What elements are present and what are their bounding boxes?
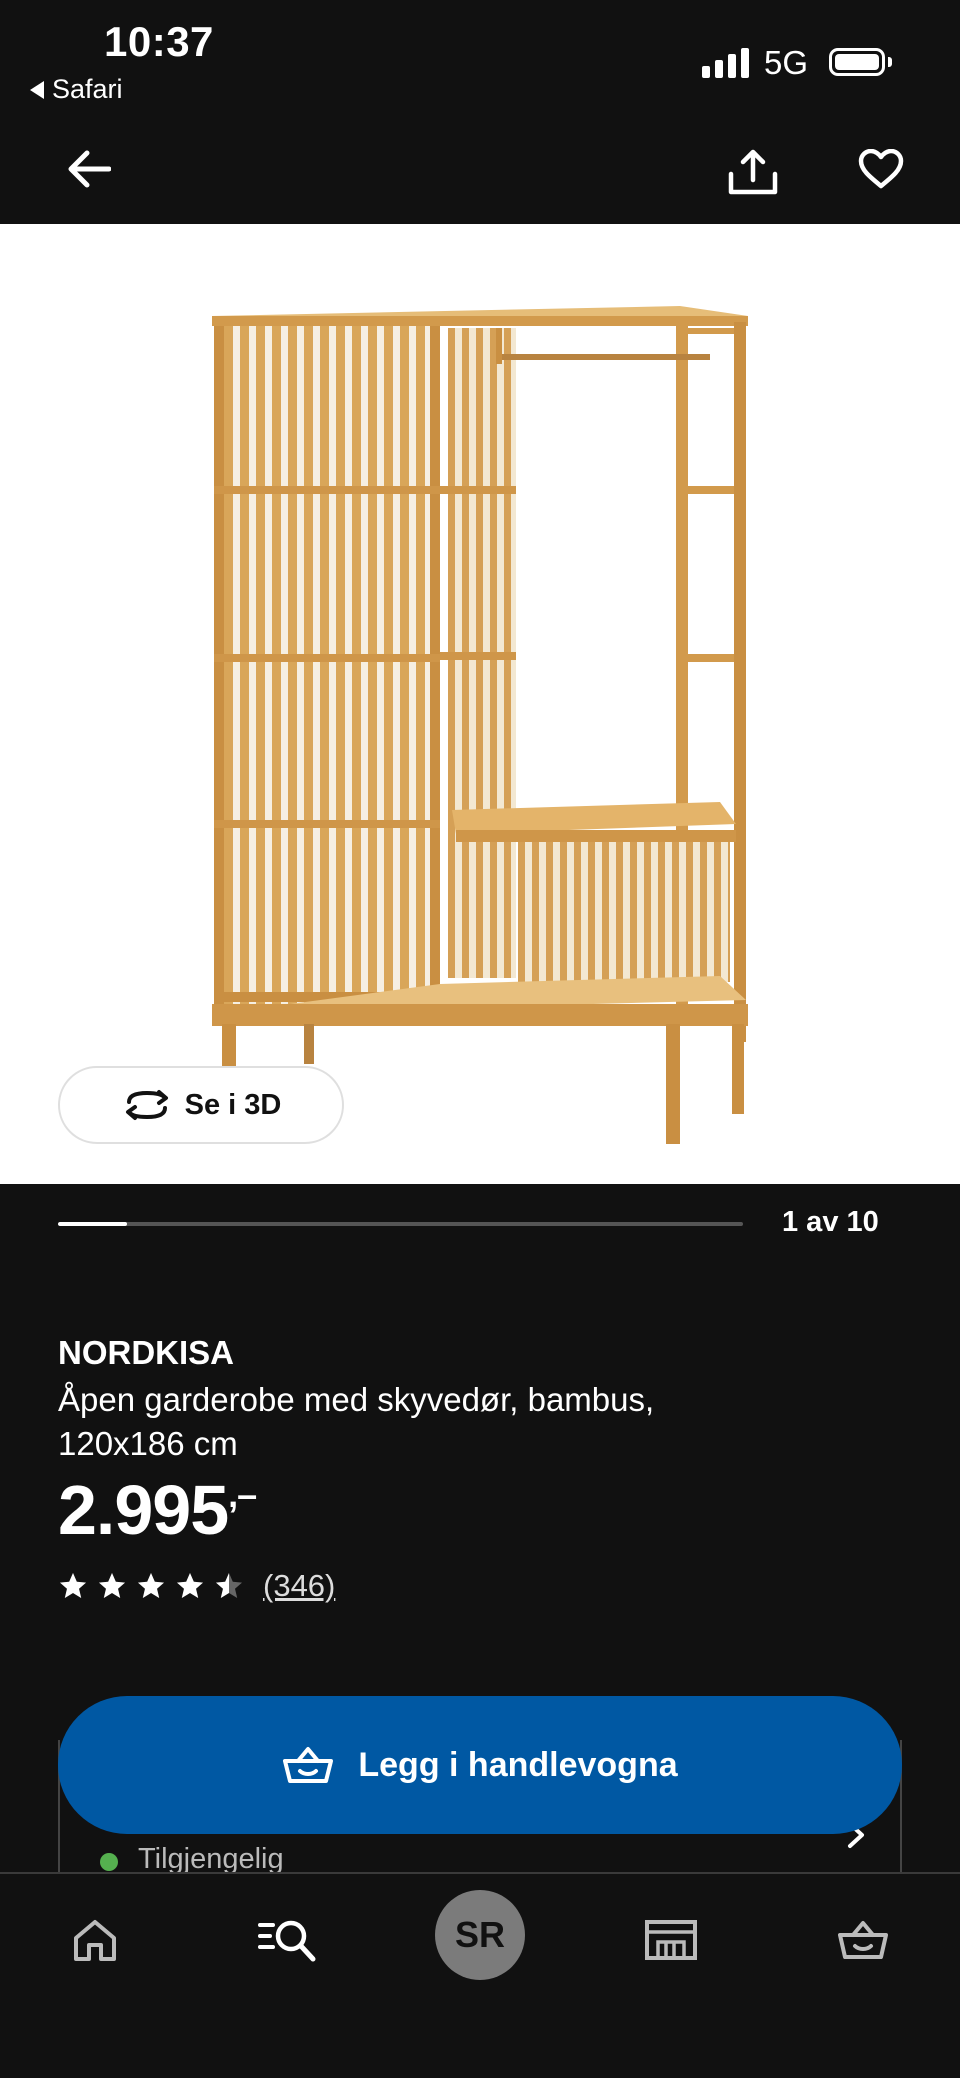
see-in-3d-label: Se i 3D (184, 1088, 282, 1121)
home-icon (74, 1920, 116, 1961)
see-in-3d-button[interactable]: Se i 3D (58, 1066, 344, 1144)
star-icon (60, 1573, 86, 1598)
search-icon (258, 1920, 316, 1962)
wardrobe-illustration (212, 306, 748, 1144)
store-icon (645, 1920, 697, 1960)
price-value: 2.995 (58, 1471, 229, 1549)
profile-avatar[interactable]: SR (435, 1890, 525, 1980)
back-button[interactable] (54, 134, 124, 204)
signal-icon (702, 46, 749, 78)
rating-stars (58, 1571, 244, 1601)
product-price: 2.995 ,– (58, 1470, 257, 1550)
product-brand: NORDKISA (58, 1334, 235, 1371)
cart-icon (838, 1921, 888, 1959)
share-button[interactable] (718, 134, 788, 210)
tab-home[interactable] (40, 1890, 150, 1990)
product-description: Åpen garderobe med skyvedør, bambus, 120… (58, 1381, 655, 1462)
star-icon (138, 1573, 164, 1598)
share-icon (728, 149, 778, 195)
back-to-safari[interactable]: Safari (30, 74, 123, 105)
gallery-counter: 1 av 10 (782, 1206, 879, 1238)
basket-icon (283, 1747, 334, 1783)
star-icon (99, 1573, 125, 1598)
back-app-label: Safari (52, 74, 123, 104)
rotate-3d-icon (125, 1090, 168, 1120)
add-to-cart-button[interactable]: Legg i handlevogna (58, 1696, 902, 1834)
price-suffix: ,– (228, 1474, 257, 1515)
battery-tip (888, 57, 892, 67)
tab-cart[interactable] (808, 1890, 918, 1990)
star-icon (216, 1573, 242, 1598)
review-count[interactable]: (346) (263, 1568, 335, 1604)
tab-stores[interactable] (616, 1890, 726, 1990)
gallery-progress[interactable] (58, 1222, 743, 1226)
tab-search[interactable] (232, 1890, 342, 1990)
heart-icon (858, 149, 904, 189)
arrow-left-icon (68, 150, 111, 188)
product-image[interactable] (0, 224, 960, 1184)
rating[interactable]: (346) (58, 1568, 335, 1604)
availability-status-dot (100, 1853, 118, 1871)
star-icon (177, 1573, 203, 1598)
back-triangle-icon (30, 80, 44, 99)
add-to-cart-label: Legg i handlevogna (358, 1745, 678, 1784)
network-type: 5G (764, 44, 809, 81)
status-time: 10:37 (104, 18, 214, 65)
favourite-button[interactable] (846, 134, 916, 204)
gallery-progress-fill (58, 1222, 127, 1226)
battery-icon (829, 48, 885, 76)
